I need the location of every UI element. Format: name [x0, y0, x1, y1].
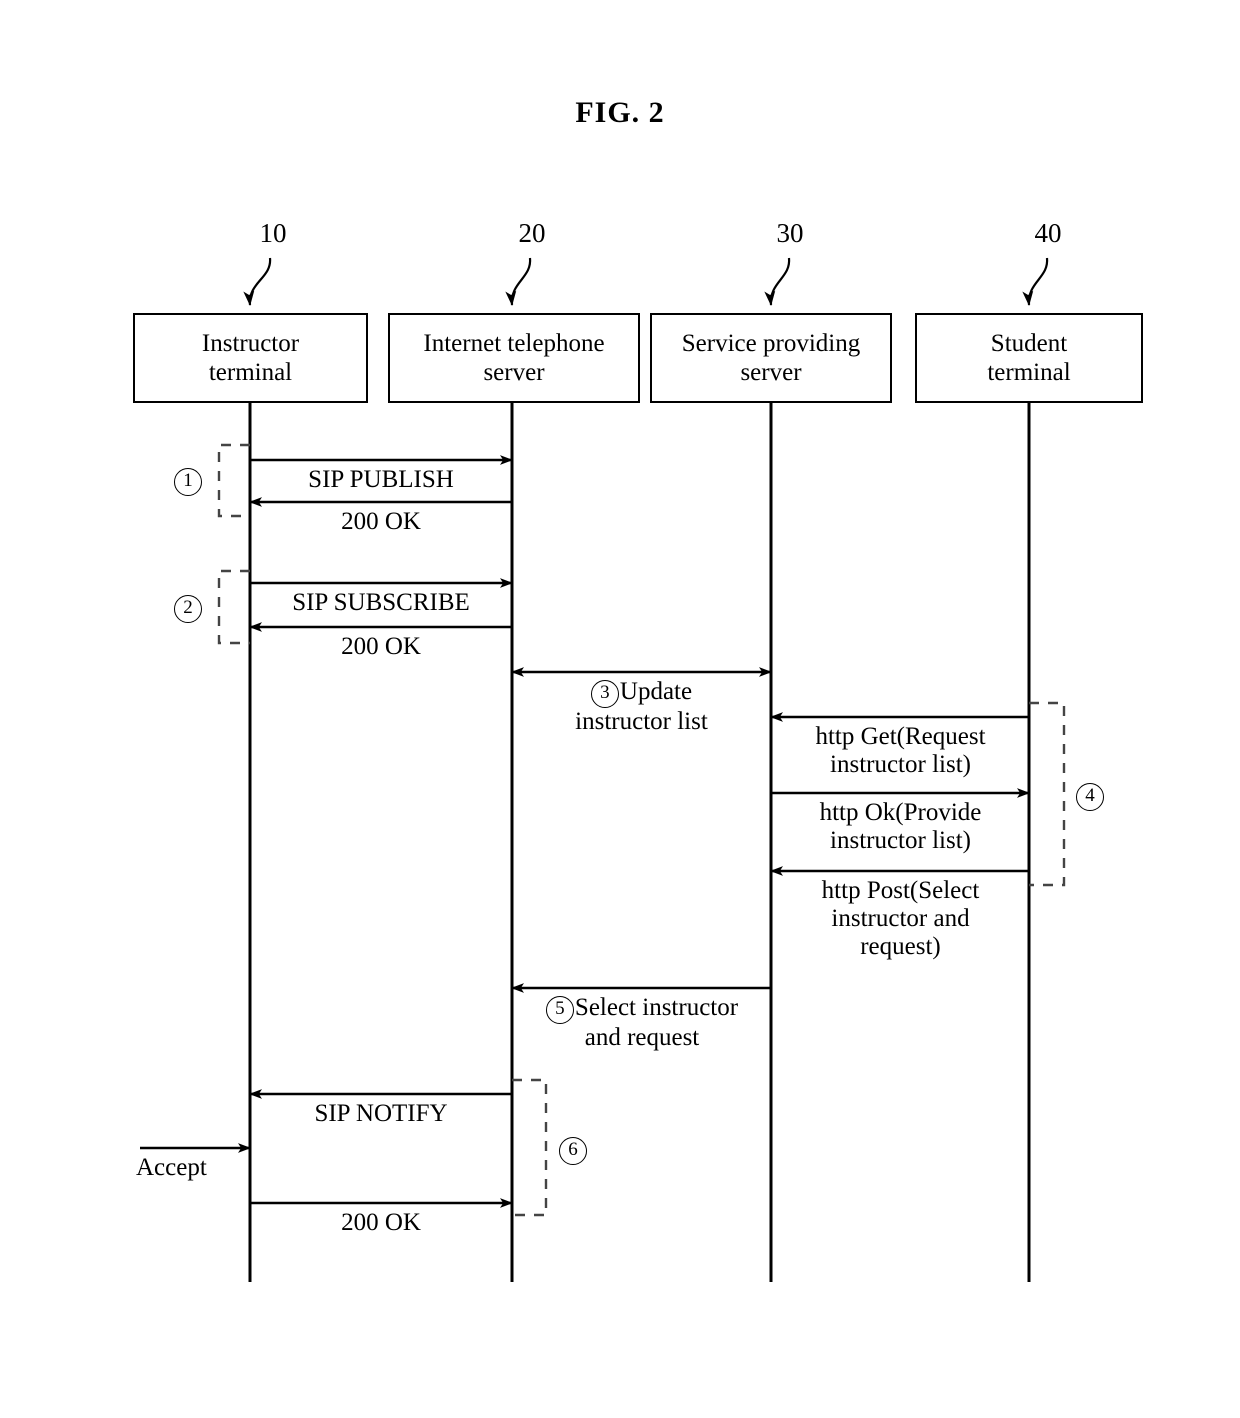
step-number-2: 2 [168, 593, 208, 623]
step-number-5-inline: 5 [545, 996, 574, 1024]
label-select-instructor-and-request: 5 Select instructor and request [513, 994, 771, 1052]
step-number-6: 6 [553, 1135, 593, 1165]
label-sip-notify: SIP NOTIFY [314, 1100, 448, 1127]
step-number-1: 1 [168, 466, 208, 496]
step-number-4-glyph: 4 [1076, 783, 1104, 811]
bracket-step-4 [1029, 701, 1066, 887]
label-select-instructor-and-request-text: Select instructor and request [574, 994, 739, 1051]
label-http-get-request-instructor-list: http Get(Request instructor list) [815, 723, 986, 778]
label-sip-publish: SIP PUBLISH [308, 466, 454, 493]
leader-arrow-20 [505, 257, 532, 306]
step-number-1-glyph: 1 [174, 468, 202, 496]
label-http-post-select-instructor-and-request: http Post(Select instructor and request) [821, 877, 980, 960]
bracket-step-1 [217, 443, 250, 518]
leader-arrow-10 [243, 257, 272, 306]
bracket-step-2 [217, 569, 250, 645]
figure-page: FIG. 2 Instructor terminal Internet tele… [0, 0, 1240, 1418]
label-sip-subscribe: SIP SUBSCRIBE [292, 589, 470, 616]
step-number-4: 4 [1070, 781, 1110, 811]
label-update-instructor-list: 3 Update instructor list [512, 678, 771, 736]
leader-arrow-30 [764, 257, 791, 306]
label-publish-200-ok: 200 OK [341, 508, 421, 535]
step-number-2-glyph: 2 [174, 595, 202, 623]
step-number-6-glyph: 6 [559, 1137, 587, 1165]
leader-arrow-40 [1022, 257, 1049, 306]
label-http-ok-provide-instructor-list: http Ok(Provide instructor list) [819, 799, 982, 854]
label-accept: Accept [136, 1154, 207, 1181]
bracket-step-6 [512, 1078, 548, 1217]
step-number-3-inline: 3 [590, 680, 619, 708]
label-notify-200-ok: 200 OK [341, 1209, 421, 1236]
label-subscribe-200-ok: 200 OK [341, 633, 421, 660]
